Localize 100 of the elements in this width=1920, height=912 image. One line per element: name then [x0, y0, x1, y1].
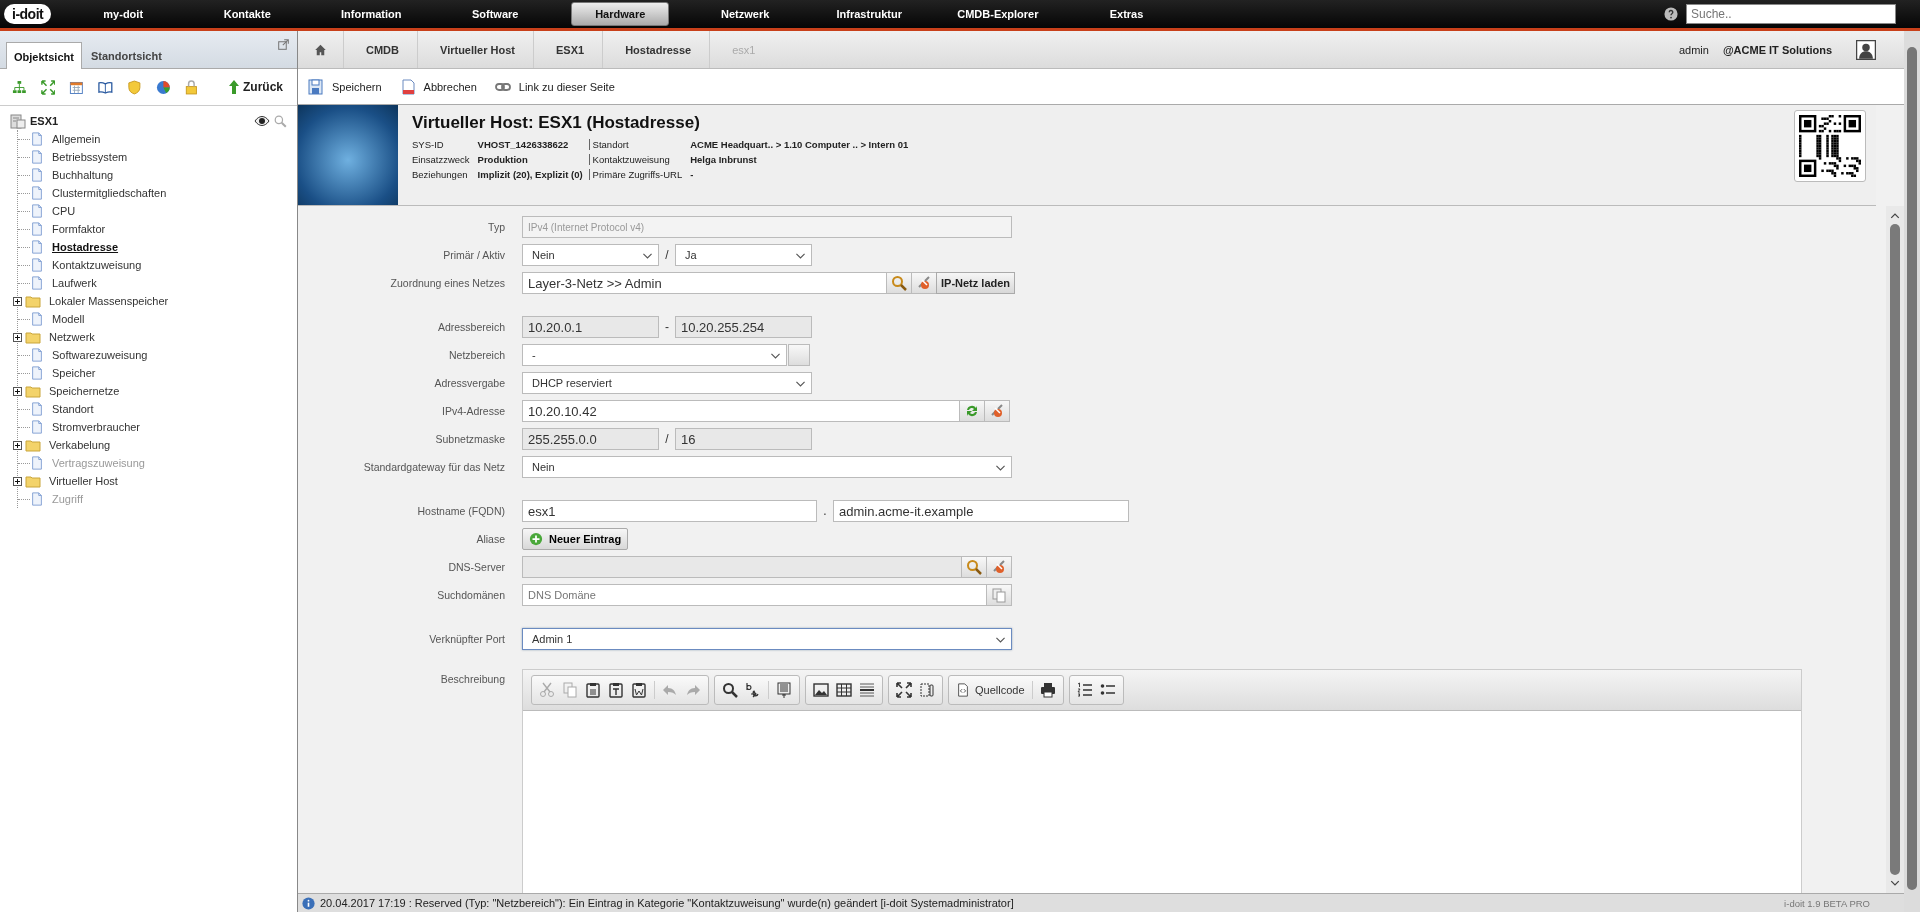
refresh-button[interactable]	[959, 400, 985, 422]
clipboard-word-button[interactable]	[631, 682, 647, 698]
browse-field[interactable]: Layer-3-Netz >> Admin	[522, 272, 887, 294]
tree-folder[interactable]: Speichernetze	[49, 385, 120, 397]
search-button[interactable]	[886, 272, 912, 294]
tree-item[interactable]: CPU	[52, 205, 76, 217]
expand-icon[interactable]	[13, 476, 22, 486]
tree-item[interactable]: Speicher	[52, 367, 96, 379]
text-field[interactable]: 16	[675, 428, 812, 450]
tree-root[interactable]: ESX1	[30, 115, 59, 127]
detach-button[interactable]	[911, 272, 937, 294]
pie-chart-icon[interactable]	[155, 79, 171, 95]
tree-folder[interactable]: Netzwerk	[49, 331, 95, 343]
source-code-button[interactable]: Quellcode	[956, 682, 1025, 698]
tree-item[interactable]: Kontaktzuweisung	[52, 259, 142, 271]
scroll-up-icon[interactable]	[1890, 212, 1900, 220]
tree-item[interactable]: Buchhaltung	[52, 169, 114, 181]
tree-item[interactable]: Stromverbraucher	[52, 421, 141, 433]
save-button[interactable]: Speichern	[306, 76, 384, 97]
tree-item[interactable]: Formfaktor	[52, 223, 106, 235]
tree-folder[interactable]: Verkabelung	[49, 439, 111, 451]
breadcrumb-link[interactable]: CMDB	[344, 31, 418, 68]
nav-tab[interactable]: Information	[323, 3, 420, 25]
nav-tab[interactable]: my-doit	[75, 3, 172, 25]
show-blocks-button[interactable]	[919, 682, 935, 698]
cancel-button[interactable]: Abbrechen	[397, 76, 479, 97]
search-button[interactable]	[961, 556, 987, 578]
view-tab[interactable]: Objektsicht	[6, 42, 82, 69]
eye-icon[interactable]	[254, 115, 270, 127]
nav-tab[interactable]: Kontakte	[199, 3, 296, 25]
nav-tab[interactable]: Software	[447, 3, 544, 25]
numbered-list-icon	[1076, 682, 1093, 698]
expand-icon[interactable]	[13, 296, 22, 306]
info-label: Kontaktzuweisung	[591, 154, 671, 165]
bulleted-list-button[interactable]	[1099, 682, 1116, 698]
text-field[interactable]: admin.acme-it.example	[833, 500, 1129, 522]
dropdown[interactable]: Nein	[522, 244, 659, 266]
dropdown[interactable]: Ja	[675, 244, 812, 266]
browse-field[interactable]	[522, 556, 962, 578]
breadcrumb-link[interactable]: Hostadresse	[603, 31, 711, 68]
select-all-button[interactable]	[776, 682, 792, 698]
search-button[interactable]	[722, 682, 738, 698]
tree-item[interactable]: Allgemein	[52, 133, 101, 145]
tree-item[interactable]: Clustermitgliedschaften	[52, 187, 167, 199]
breadcrumb-link[interactable]: ESX1	[534, 31, 604, 68]
nav-tab[interactable]: CMDB-Explorer	[945, 3, 1051, 25]
dropdown[interactable]: DHCP reserviert	[522, 372, 812, 394]
hierarchy-icon[interactable]	[12, 79, 27, 95]
maximize-button[interactable]	[896, 682, 912, 698]
tree-item[interactable]: Standort	[52, 403, 94, 415]
tree-item[interactable]: Modell	[52, 313, 85, 325]
horizontal-rule-button[interactable]	[859, 682, 875, 698]
table-button[interactable]	[836, 682, 852, 698]
expand-icon[interactable]	[13, 332, 22, 342]
image-button[interactable]	[813, 682, 829, 698]
nav-tab[interactable]: Infrastruktur	[821, 3, 918, 25]
text-field[interactable]: esx1	[522, 500, 817, 522]
scroll-down-icon[interactable]	[1890, 879, 1900, 887]
ip-address-field[interactable]: 10.20.10.42	[522, 400, 960, 422]
dropdown[interactable]: -	[522, 344, 787, 366]
replace-button[interactable]	[745, 682, 761, 698]
detach-button[interactable]	[984, 400, 1010, 422]
text-field[interactable]: 10.20.0.1	[522, 316, 659, 338]
nav-tab[interactable]: Netzwerk	[697, 3, 794, 25]
search-field[interactable]: Suche..	[1686, 4, 1896, 24]
help-icon[interactable]	[1664, 7, 1678, 21]
clipboard-text-button[interactable]	[608, 682, 624, 698]
back-button[interactable]: Zurück	[227, 78, 286, 96]
nav-tab[interactable]: Extras	[1078, 3, 1175, 25]
dropdown[interactable]: Admin 1	[522, 628, 1012, 650]
tree-item[interactable]: Hostadresse	[52, 241, 119, 253]
link-button[interactable]: Link zu dieser Seite	[492, 76, 617, 97]
dropdown[interactable]: Nein	[522, 456, 1012, 478]
expand-icon[interactable]	[13, 386, 22, 396]
nav-tab[interactable]: Hardware	[571, 2, 670, 26]
detach-button[interactable]	[986, 556, 1012, 578]
tree-item[interactable]: Laufwerk	[52, 277, 97, 289]
text-field[interactable]: 255.255.0.0	[522, 428, 659, 450]
text-field[interactable]: 10.20.255.254	[675, 316, 812, 338]
calendar-icon[interactable]	[69, 79, 85, 95]
scrollbar-thumb[interactable]	[1907, 47, 1917, 890]
tree-folder[interactable]: Virtueller Host	[49, 475, 118, 487]
external-link-icon[interactable]	[278, 39, 289, 50]
home-icon[interactable]	[314, 43, 327, 56]
load-network-button[interactable]: IP-Netz laden	[936, 272, 1016, 294]
print-button[interactable]	[1039, 682, 1056, 698]
tree-item[interactable]: Betriebssystem	[52, 151, 128, 163]
breadcrumb-link[interactable]: Virtueller Host	[418, 31, 534, 68]
numbered-list-button[interactable]	[1076, 682, 1093, 698]
scrollbar-thumb[interactable]	[1890, 224, 1900, 875]
expand-icon[interactable]	[13, 440, 22, 450]
view-tab[interactable]: Standortsicht	[83, 42, 169, 68]
new-entry-button[interactable]: Neuer Eintrag	[522, 528, 629, 550]
tree-folder[interactable]: Lokaler Massenspeicher	[49, 295, 169, 307]
expand-arrows-icon[interactable]	[40, 79, 56, 95]
tree-item[interactable]: Softwarezuweisung	[52, 349, 148, 361]
search-domains-field[interactable]: DNS Domäne	[522, 584, 987, 606]
book-icon[interactable]	[98, 79, 113, 95]
clipboard-button[interactable]	[585, 682, 601, 698]
user-avatar-icon[interactable]	[1856, 39, 1876, 60]
